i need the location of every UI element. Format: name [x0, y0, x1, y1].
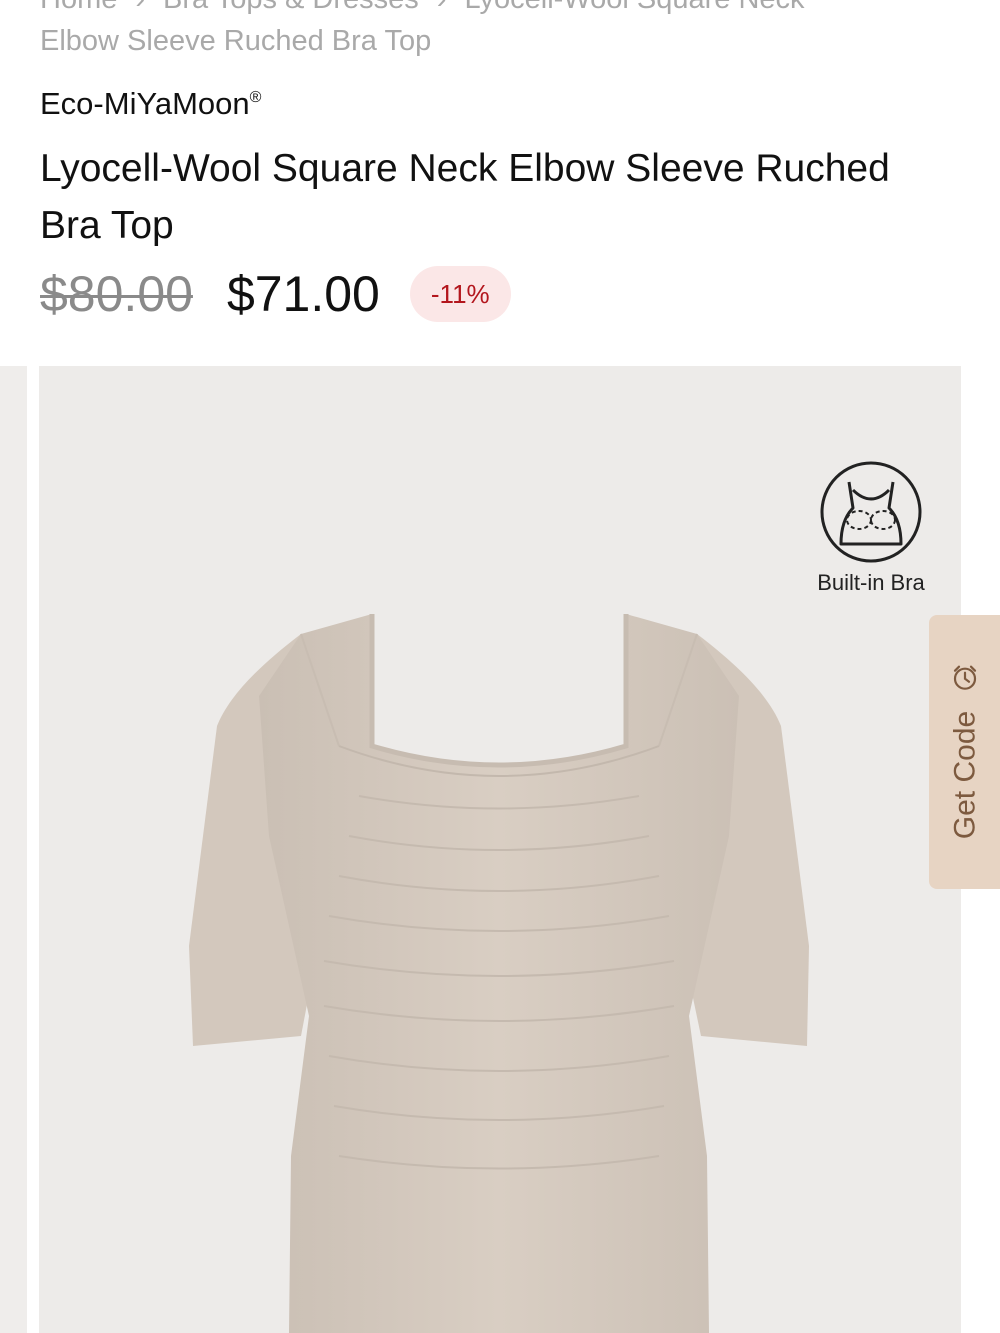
built-in-bra-badge: Built-in Bra — [805, 460, 937, 596]
built-in-bra-icon — [819, 460, 923, 564]
get-code-label: Get Code — [947, 710, 981, 840]
previous-image-peek[interactable] — [0, 366, 27, 1333]
breadcrumb-separator: › — [135, 0, 145, 20]
product-image[interactable]: Built-in Bra — [39, 366, 961, 1333]
breadcrumb-link-home[interactable]: Home — [40, 0, 117, 15]
breadcrumb-current-line2: Elbow Sleeve Ruched Bra Top — [40, 25, 432, 57]
product-title: Lyocell-Wool Square Neck Elbow Sleeve Ru… — [40, 147, 890, 247]
product-gallery[interactable]: Built-in Bra — [0, 366, 1000, 1333]
brand-name[interactable]: Eco-MiYaMoon® — [40, 86, 261, 122]
built-in-bra-label: Built-in Bra — [817, 570, 925, 595]
breadcrumb: Home › Bra Tops & Dresses › Lyocell-Wool Squ… — [40, 0, 960, 62]
price-row: $80.00 $71.00 -11% — [40, 262, 511, 326]
alarm-clock-icon — [950, 662, 980, 697]
brand-text: Eco-MiYaMoon — [40, 86, 250, 121]
breadcrumb-link-category[interactable]: Bra Tops & Dresses — [163, 0, 419, 15]
original-price: $80.00 — [40, 266, 193, 322]
sale-price: $71.00 — [226, 266, 380, 322]
get-code-button[interactable]: Get Code — [929, 615, 1000, 889]
registered-mark: ® — [249, 89, 262, 106]
breadcrumb-separator: › — [437, 0, 447, 20]
breadcrumb-current: Lyocell-Wool Square Neck — [464, 0, 804, 15]
discount-badge: -11% — [409, 266, 511, 322]
